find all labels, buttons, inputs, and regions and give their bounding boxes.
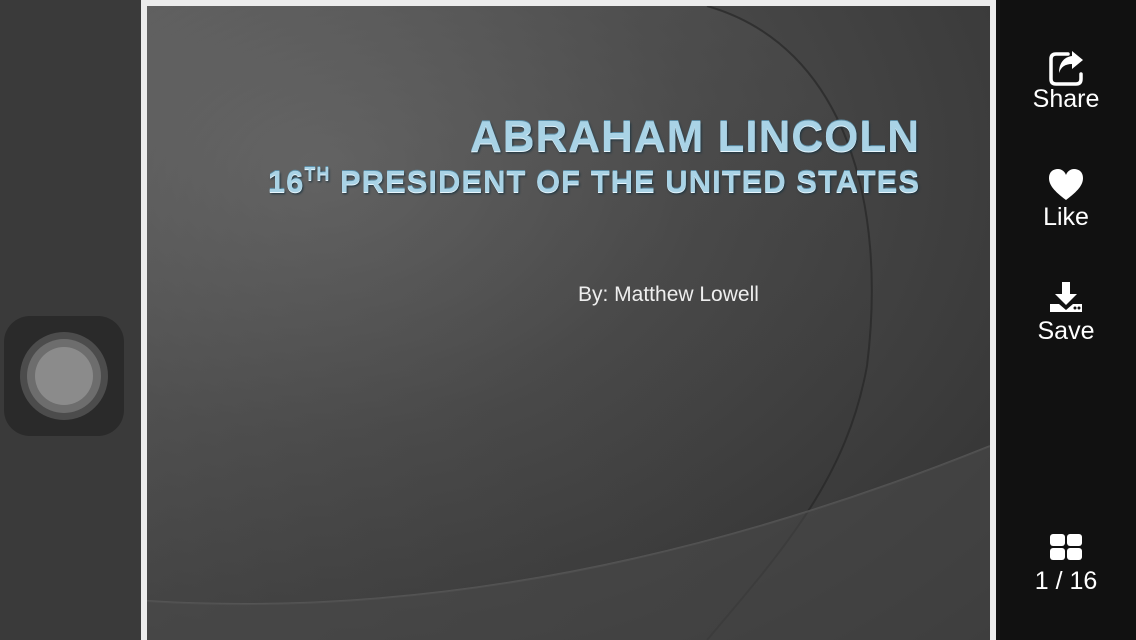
grid-icon [1046,530,1086,568]
download-icon [1046,280,1086,318]
share-label: Share [1032,85,1100,113]
share-icon [1046,48,1086,86]
save-label: Save [1037,317,1095,345]
slide-subtitle: 16TH PRESIDENT OF THE UNITED STATES [268,162,920,202]
like-button[interactable]: Like [996,166,1136,232]
subtitle-text: PRESIDENT OF THE UNITED STATES [330,164,920,199]
like-label: Like [1043,203,1089,231]
slide-frame: ABRAHAM LINCOLN 16TH PRESIDENT OF THE UN… [141,0,996,640]
slide-title: ABRAHAM LINCOLN [469,112,920,161]
page-indicator: 1 / 16 [1034,567,1098,595]
pager-button[interactable]: 1 / 16 [996,530,1136,596]
heart-icon [1046,166,1086,204]
slide-background-art [147,6,990,640]
slide-viewer[interactable]: ABRAHAM LINCOLN 16TH PRESIDENT OF THE UN… [147,6,990,640]
app-screen: ABRAHAM LINCOLN 16TH PRESIDENT OF THE UN… [0,0,1136,640]
subtitle-ordinal-suffix: TH [304,164,331,184]
subtitle-ordinal: 16 [267,164,305,199]
save-button[interactable]: Save [996,280,1136,346]
share-button[interactable]: Share [996,48,1136,114]
assistive-touch-ring-inner [35,347,93,405]
slide-author: By: Matthew Lowell [578,283,759,306]
slide-title-block: ABRAHAM LINCOLN 16TH PRESIDENT OF THE UN… [268,112,920,202]
assistive-touch-button[interactable] [4,316,124,436]
action-panel: Share Like Save 1 / 16 [996,0,1136,640]
